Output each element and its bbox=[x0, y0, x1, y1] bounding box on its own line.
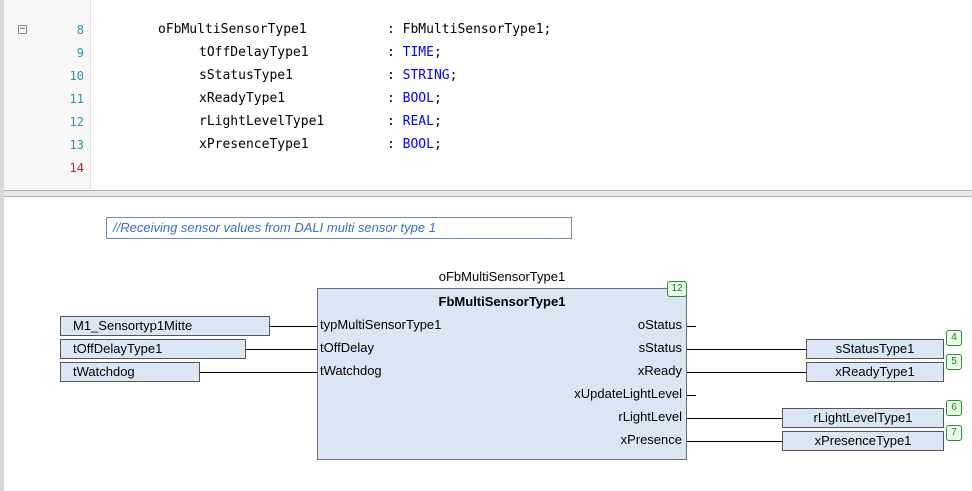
output-variable-box[interactable]: rLightLevelType1 bbox=[782, 408, 944, 428]
type-separator: : bbox=[387, 91, 403, 106]
code-line-type: : REAL; bbox=[387, 114, 442, 129]
statement-end: ; bbox=[433, 91, 442, 106]
line-number: 13 bbox=[69, 138, 84, 152]
output-pin[interactable]: xUpdateLightLevel bbox=[574, 386, 682, 401]
line-number: 9 bbox=[76, 46, 84, 60]
input-pin[interactable]: typMultiSensorType1 bbox=[320, 317, 441, 332]
type-separator: : bbox=[387, 45, 403, 60]
line-number: 12 bbox=[69, 115, 84, 129]
code-line-type: : BOOL; bbox=[387, 137, 442, 152]
connection-wire bbox=[687, 372, 806, 373]
input-variable-box[interactable]: M1_Sensortyp1Mitte bbox=[60, 316, 270, 336]
variable-name: oFbMultiSensorType1 bbox=[158, 22, 307, 37]
code-line-type: : STRING; bbox=[387, 68, 457, 83]
input-variable-box[interactable]: tOffDelayType1 bbox=[60, 339, 246, 359]
variable-type: STRING bbox=[402, 68, 450, 83]
output-variable-box[interactable]: xPresenceType1 bbox=[782, 431, 944, 451]
execution-order-badge: 4 bbox=[946, 330, 962, 346]
type-separator: : bbox=[387, 22, 403, 37]
connection-wire bbox=[687, 441, 782, 442]
unconnected-output-stub bbox=[687, 326, 696, 327]
connection-wire bbox=[687, 349, 806, 350]
variable-type: BOOL bbox=[402, 137, 434, 152]
collapse-icon[interactable]: − bbox=[18, 25, 27, 34]
connection-wire bbox=[687, 418, 782, 419]
variable-type: TIME bbox=[402, 45, 434, 60]
block-instance-name[interactable]: oFbMultiSensorType1 bbox=[317, 269, 687, 284]
connection-wire bbox=[200, 372, 317, 373]
gutter-divider bbox=[90, 0, 91, 190]
statement-end: ; bbox=[543, 22, 552, 37]
code-line[interactable]: sStatusType1 bbox=[199, 68, 293, 83]
code-line[interactable]: xReadyType1 bbox=[199, 91, 285, 106]
variable-type: REAL bbox=[402, 114, 434, 129]
output-pin[interactable]: xReady bbox=[638, 363, 682, 378]
block-type-name: FbMultiSensorType1 bbox=[438, 294, 566, 309]
code-line-type: : TIME; bbox=[387, 45, 442, 60]
code-line[interactable]: tOffDelayType1 bbox=[199, 45, 309, 60]
variable-name: sStatusType1 bbox=[199, 68, 293, 83]
variable-name: tOffDelayType1 bbox=[199, 45, 309, 60]
output-pin[interactable]: sStatus bbox=[639, 340, 682, 355]
input-pin[interactable]: tOffDelay bbox=[320, 340, 374, 355]
input-variable-box[interactable]: tWatchdog bbox=[60, 362, 200, 382]
unconnected-output-stub bbox=[687, 395, 696, 396]
output-variable-box[interactable]: sStatusType1 bbox=[806, 339, 944, 359]
line-number: 10 bbox=[69, 69, 84, 83]
output-variable-box[interactable]: xReadyType1 bbox=[806, 362, 944, 382]
output-pin[interactable]: rLightLevel bbox=[618, 409, 682, 424]
line-number: 14 bbox=[69, 161, 84, 175]
declaration-editor[interactable]: − 8 9 10 11 12 13 14 oFbMultiSensorType1… bbox=[4, 0, 972, 190]
connection-wire bbox=[246, 349, 317, 350]
line-number: 8 bbox=[76, 23, 84, 37]
code-line-type: : FbMultiSensorType1; bbox=[387, 22, 551, 37]
statement-end: ; bbox=[433, 114, 442, 129]
statement-end: ; bbox=[433, 137, 442, 152]
variable-type: FbMultiSensorType1 bbox=[402, 22, 544, 37]
network-comment[interactable]: //Receiving sensor values from DALI mult… bbox=[106, 217, 572, 239]
code-line[interactable]: rLightLevelType1 bbox=[199, 114, 324, 129]
output-pin[interactable]: oStatus bbox=[638, 317, 682, 332]
variable-name: xReadyType1 bbox=[199, 91, 286, 106]
code-line-type: : BOOL; bbox=[387, 91, 442, 106]
code-line[interactable]: oFbMultiSensorType1 bbox=[158, 22, 307, 37]
type-separator: : bbox=[387, 114, 403, 129]
code-line[interactable]: xPresenceType1 bbox=[199, 137, 309, 152]
type-separator: : bbox=[387, 68, 403, 83]
variable-name: xPresenceType1 bbox=[199, 137, 309, 152]
variable-name: rLightLevelType1 bbox=[199, 114, 325, 129]
pane-splitter[interactable] bbox=[4, 190, 972, 197]
variable-type: BOOL bbox=[402, 91, 434, 106]
input-pin[interactable]: tWatchdog bbox=[320, 363, 382, 378]
execution-order-badge: 5 bbox=[946, 354, 962, 370]
execution-order-badge: 12 bbox=[667, 281, 687, 297]
connection-wire bbox=[270, 326, 317, 327]
type-separator: : bbox=[387, 137, 403, 152]
execution-order-badge: 7 bbox=[946, 425, 962, 441]
statement-end: ; bbox=[433, 45, 442, 60]
line-number: 11 bbox=[69, 92, 84, 106]
statement-end: ; bbox=[449, 68, 458, 83]
function-block[interactable]: FbMultiSensorType1 typMultiSensorType1 t… bbox=[317, 288, 687, 460]
output-pin[interactable]: xPresence bbox=[621, 432, 682, 447]
execution-order-badge: 6 bbox=[946, 400, 962, 416]
